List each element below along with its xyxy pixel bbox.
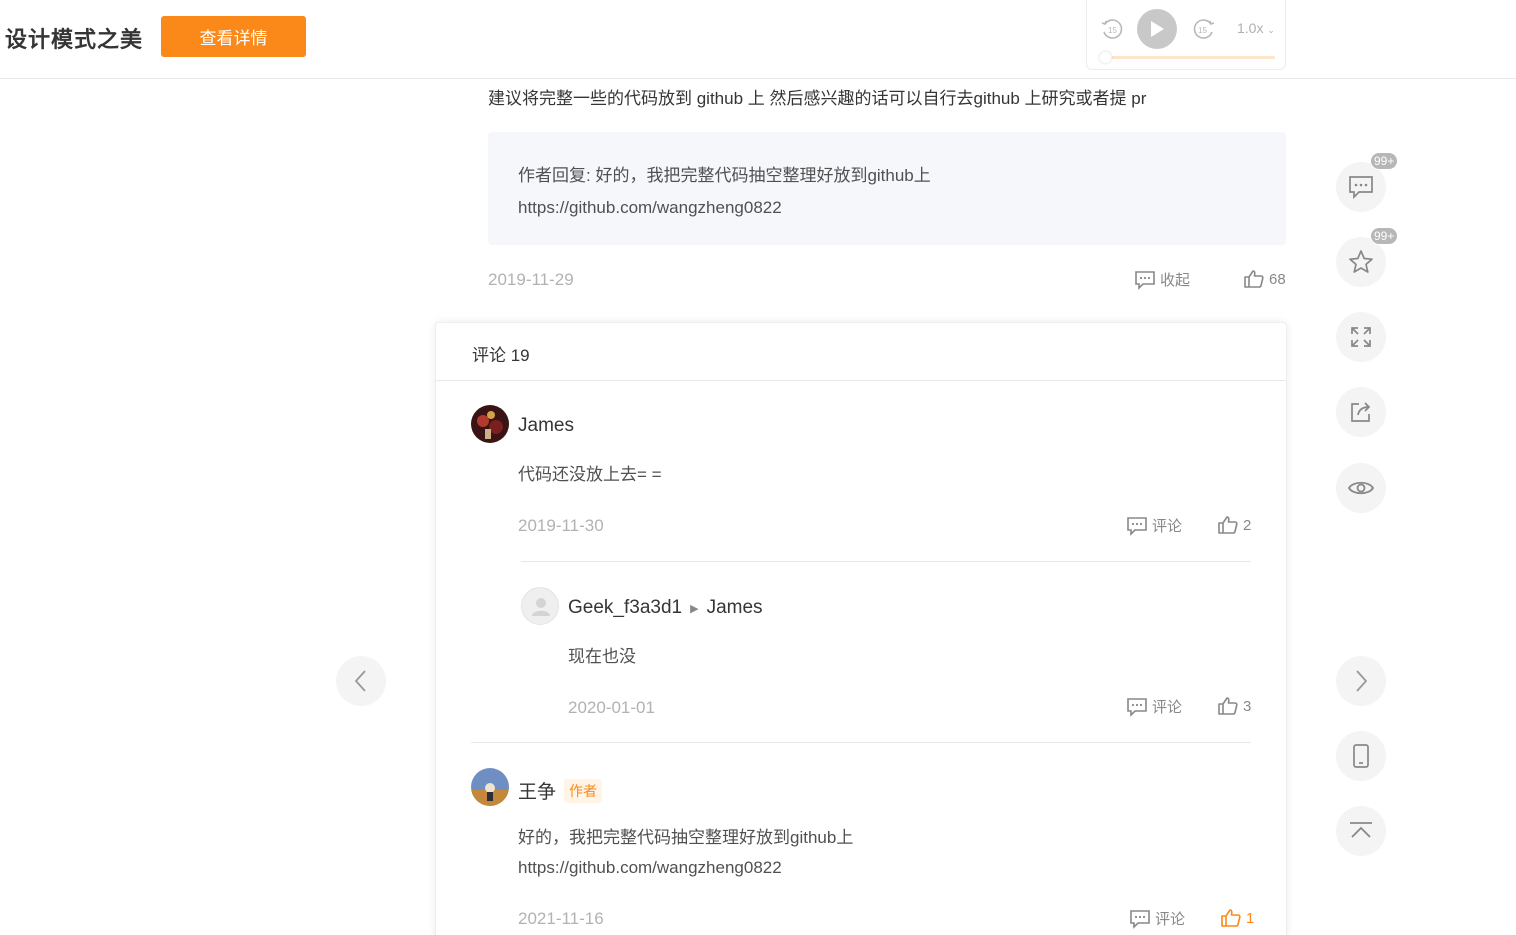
svg-text:15: 15 — [1108, 26, 1117, 35]
back-to-top-fab[interactable] — [1336, 806, 1386, 856]
progress-knob[interactable] — [1099, 51, 1112, 64]
collapse-button[interactable]: 收起 — [1134, 269, 1190, 290]
comment-like-count: 2 — [1243, 516, 1252, 534]
expand-icon — [1351, 327, 1371, 347]
comment-like-count: 1 — [1246, 909, 1255, 927]
favorite-fab[interactable]: 99+ — [1336, 227, 1399, 287]
comment-reply-button[interactable]: 评论 — [1126, 515, 1182, 536]
comment-like-button[interactable]: 3 — [1217, 696, 1251, 716]
reply-arrow-icon: ▶ — [690, 602, 699, 615]
view-details-button[interactable]: 查看详情 — [161, 16, 306, 57]
next-article-button[interactable] — [1336, 656, 1386, 706]
top-comment-date: 2019-11-29 — [488, 270, 574, 289]
comment-author-header: 王争 作者 — [518, 777, 603, 804]
comment-text: 现在也没 — [568, 647, 636, 666]
comment-text: 好的，我把完整代码抽空整理好放到github上 https://github.c… — [518, 823, 853, 883]
previous-article-button[interactable] — [336, 656, 386, 706]
reply-header: Geek_f3a3d1 ▶ James — [568, 597, 763, 619]
playback-speed-label: 1.0x — [1237, 20, 1264, 36]
avatar[interactable] — [471, 768, 509, 806]
author-reply-link: https://github.com/wangzheng0822 — [518, 198, 782, 217]
comment-icon — [1349, 176, 1373, 199]
divider — [521, 561, 1251, 562]
comment-reply-button[interactable]: 评论 — [1126, 696, 1182, 717]
reply-to-username[interactable]: James — [707, 597, 763, 619]
chevron-right-icon — [1356, 670, 1368, 692]
share-icon — [1351, 402, 1371, 422]
like-count: 68 — [1269, 270, 1286, 288]
divider — [471, 742, 1251, 743]
default-user-icon — [532, 598, 550, 616]
comments-fab[interactable]: 99+ — [1336, 152, 1399, 212]
star-icon — [1349, 250, 1373, 273]
playback-speed-select[interactable]: 1.0x ⌄ — [1237, 20, 1275, 36]
thumbs-up-icon — [1218, 697, 1238, 715]
play-button[interactable] — [1137, 9, 1177, 49]
comment-count-badge: 99+ — [1370, 152, 1399, 170]
comment-username[interactable]: 王争 — [518, 777, 556, 804]
thumbs-up-icon — [1218, 516, 1238, 534]
divider — [436, 380, 1286, 381]
comment-username[interactable]: Geek_f3a3d1 — [568, 597, 682, 619]
share-fab[interactable] — [1336, 387, 1386, 437]
mobile-view-fab[interactable] — [1336, 731, 1386, 781]
comment-icon — [1130, 909, 1150, 929]
comment-username[interactable]: James — [518, 415, 574, 437]
comment-icon — [1127, 516, 1147, 536]
like-button[interactable]: 68 — [1243, 269, 1286, 289]
progress-track[interactable] — [1105, 56, 1275, 59]
favorite-count-badge: 99+ — [1370, 227, 1399, 245]
view-fab[interactable] — [1336, 463, 1386, 513]
thumbs-up-icon — [1244, 270, 1264, 288]
audio-player: 15 15 1.0x ⌄ — [1086, 0, 1286, 70]
comments-panel: 评论 19 James 代码还没放上去= = 2019-11-30 评论 2 G… — [435, 322, 1287, 935]
collapse-label: 收起 — [1160, 272, 1191, 289]
comment-text-line: 好的，我把完整代码抽空整理好放到github上 — [518, 828, 854, 847]
comment-icon — [1127, 697, 1147, 717]
chevron-left-icon — [354, 670, 366, 692]
eye-icon — [1347, 481, 1375, 495]
fullscreen-fab[interactable] — [1336, 312, 1386, 362]
comment-like-button[interactable]: 2 — [1217, 515, 1251, 535]
back-to-top-icon — [1350, 822, 1372, 838]
comment-reply-button[interactable]: 评论 — [1129, 908, 1185, 929]
comment-like-button[interactable]: 1 — [1220, 908, 1254, 928]
avatar[interactable] — [471, 405, 509, 443]
avatar[interactable] — [521, 587, 559, 625]
comment-icon — [1135, 270, 1155, 290]
comment-link[interactable]: https://github.com/wangzheng0822 — [518, 853, 853, 883]
mobile-icon — [1353, 744, 1369, 768]
chevron-down-icon: ⌄ — [1267, 25, 1275, 35]
comment-reply-label: 评论 — [1152, 699, 1183, 716]
course-title: 设计模式之美 — [5, 27, 144, 52]
top-header: 设计模式之美 查看详情 15 15 1.0x ⌄ — [0, 0, 1516, 79]
comment-reply-label: 评论 — [1155, 911, 1186, 928]
comment-date: 2019-11-30 — [518, 516, 604, 535]
author-reply-box: 作者回复: 好的，我把完整代码抽空整理好放到github上 https://gi… — [488, 132, 1286, 245]
play-icon — [1151, 21, 1164, 37]
comment-like-count: 3 — [1243, 697, 1252, 715]
svg-text:15: 15 — [1198, 26, 1207, 35]
author-badge: 作者 — [564, 778, 603, 803]
forward-15-icon[interactable]: 15 — [1191, 16, 1217, 42]
comment-date: 2021-11-16 — [518, 909, 604, 928]
comment-date: 2020-01-01 — [568, 698, 655, 717]
thumbs-up-icon — [1221, 909, 1241, 927]
author-reply-text: 作者回复: 好的，我把完整代码抽空整理好放到github上 — [518, 166, 931, 185]
comments-panel-title: 评论 19 — [472, 346, 530, 365]
comment-reply-label: 评论 — [1152, 518, 1183, 535]
top-comment-text: 建议将完整一些的代码放到 github 上 然后感兴趣的话可以自行去github… — [488, 89, 1147, 108]
rewind-15-icon[interactable]: 15 — [1099, 16, 1125, 42]
comment-text: 代码还没放上去= = — [518, 465, 662, 484]
